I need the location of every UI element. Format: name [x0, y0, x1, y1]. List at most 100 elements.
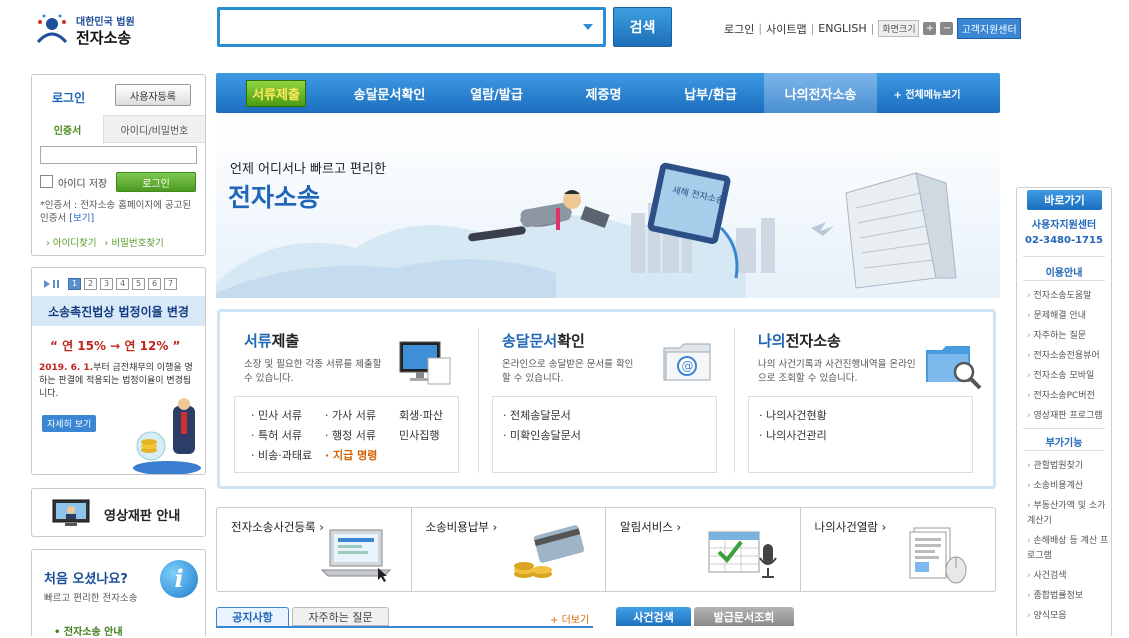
save-id-checkbox[interactable] — [40, 175, 53, 188]
nav-document-submit[interactable]: 서류제출 — [216, 73, 336, 113]
court-logo[interactable]: 대한민국 법원 전자소송 — [34, 10, 144, 50]
register-button[interactable]: 사용자등록 — [115, 84, 191, 106]
menu-fee-calculator[interactable]: 소송비용계산 — [1027, 479, 1109, 494]
admin-docs-link[interactable]: · 행정 서류 — [325, 427, 376, 443]
banner-page-3[interactable]: 3 — [100, 278, 113, 290]
info-icon: i — [160, 560, 198, 598]
section-extra-functions: 부가기능 — [1045, 438, 1083, 449]
divider — [1023, 280, 1105, 281]
non-contentious-link[interactable]: · 비송·과태료 — [251, 447, 312, 463]
sitemap-link[interactable]: 사이트맵 — [766, 21, 806, 37]
civil-docs-link[interactable]: · 민사 서류 — [251, 407, 302, 423]
quick-link-label: 전자소송사건등록 › — [231, 520, 324, 534]
menu-viewer[interactable]: 전자소송전용뷰어 — [1027, 349, 1109, 364]
quick-link-label: 나의사건열람 › — [814, 520, 887, 534]
all-delivered-docs-link[interactable]: · 전체송달문서 — [503, 407, 571, 423]
menu-troubleshoot[interactable]: 문제해결 안내 — [1027, 309, 1109, 324]
menu-faq[interactable]: 자주하는 질문 — [1027, 329, 1109, 344]
first-visit-box: 처음 오셨나요? 빠르고 편리한 전자소송 i • 전자소송 안내 — [31, 549, 206, 638]
banner-page-1[interactable]: 1 — [68, 278, 81, 290]
case-register-link[interactable]: 전자소송사건등록 › — [217, 508, 412, 591]
service-panel: 서류제출 소장 및 필요한 각종 서류를 제출할 수 있습니다. · 민사 서류… — [217, 309, 996, 489]
menu-help[interactable]: 전자소송도움말 — [1027, 289, 1109, 304]
find-password-link[interactable]: › 비밀번호찾기 — [105, 235, 164, 249]
payment-order-link[interactable]: · 지급 명령 — [325, 447, 377, 463]
patent-docs-link[interactable]: · 특허 서류 — [251, 427, 302, 443]
menu-case-search[interactable]: 사건검색 — [1027, 569, 1109, 584]
banner-heading: 소송촉진법상 법정이율 변경 — [32, 296, 205, 326]
play-icon[interactable] — [44, 280, 50, 288]
menu-pc-version[interactable]: 전자소송PC버전 — [1027, 389, 1109, 404]
main-nav: 서류제출 송달문서확인 열람/발급 제증명 납부/환급 나의전자소송 + 전체메… — [216, 73, 1000, 113]
support-center: 사용자지원센터 02-3480-1715 — [1017, 218, 1111, 248]
bankruptcy-link[interactable]: 회생·파산 — [399, 407, 443, 423]
dropdown-arrow-icon[interactable] — [583, 24, 593, 30]
family-docs-link[interactable]: · 가사 서류 — [325, 407, 376, 423]
laptop-icon — [320, 529, 391, 582]
divider — [1023, 428, 1105, 429]
litigation-fee-payment-link[interactable]: 소송비용납부 › — [412, 508, 606, 591]
menu-video-trial-program[interactable]: 영상재판 프로그램 — [1027, 409, 1109, 424]
banner-more-button[interactable]: 자세히 보기 — [42, 415, 97, 432]
divider — [1023, 256, 1105, 257]
menu-property-value-calculator[interactable]: 부동산가액 및 소가계산기 — [1027, 499, 1109, 529]
nav-delivery-check[interactable]: 송달문서확인 — [336, 73, 443, 113]
menu-court-finder[interactable]: 관할법원찾기 — [1027, 459, 1109, 474]
certificate-view-link[interactable]: [보기] — [69, 213, 94, 224]
video-trial-box[interactable]: 영상재판 안내 — [31, 488, 206, 537]
menu-forms[interactable]: 양식모음 — [1027, 609, 1109, 624]
pause-icon[interactable] — [53, 280, 59, 288]
tab-document-issue-check[interactable]: 발급문서조회 — [694, 607, 794, 626]
font-size-label: 화면크기 — [878, 20, 920, 37]
banner-rate: “ 연 15% → 연 12% ” — [50, 339, 181, 353]
more-link[interactable]: + 더보기 — [550, 611, 589, 626]
nav-certificates[interactable]: 제증명 — [550, 73, 657, 113]
service-links: · 나의사건현황 · 나의사건관리 — [748, 396, 973, 473]
tab-faq[interactable]: 자주하는 질문 — [292, 607, 389, 626]
my-case-view-link[interactable]: 나의사건열람 › — [801, 508, 996, 591]
service-title[interactable]: 송달문서확인 — [502, 330, 585, 351]
find-id-link[interactable]: › 아이디찾기 — [46, 235, 97, 249]
video-conference-icon — [52, 499, 90, 526]
nav-my-e-litigation[interactable]: 나의전자소송 — [764, 73, 877, 113]
nav-all-menu[interactable]: + 전체메뉴보기 — [877, 73, 977, 113]
service-title[interactable]: 서류제출 — [244, 330, 299, 351]
tab-notice[interactable]: 공지사항 — [216, 607, 289, 626]
help-center-button[interactable]: 고객지원센터 — [957, 18, 1021, 39]
nav-payment-refund[interactable]: 납부/환급 — [657, 73, 764, 113]
search-button[interactable]: 검색 — [613, 7, 672, 47]
banner-page-7[interactable]: 7 — [164, 278, 177, 290]
tab-case-search[interactable]: 사건검색 — [616, 607, 691, 626]
find-id-label: 아이디찾기 — [52, 238, 97, 249]
monitor-icon — [399, 341, 451, 385]
search-input[interactable] — [217, 7, 606, 47]
businessman-coins-illustration — [133, 398, 201, 474]
banner-page-4[interactable]: 4 — [116, 278, 129, 290]
tab-underline — [216, 626, 593, 628]
nav-view-issue[interactable]: 열람/발급 — [443, 73, 550, 113]
menu-damages-calculator[interactable]: 손해배상 등 계산 프로그램 — [1027, 534, 1109, 564]
email-folder-icon: @ — [663, 343, 711, 381]
service-links: · 전체송달문서 · 미확인송달문서 — [492, 396, 717, 473]
my-case-manage-link[interactable]: · 나의사건관리 — [759, 427, 827, 443]
banner-page-5[interactable]: 5 — [132, 278, 145, 290]
more-link-label: 더보기 — [561, 615, 590, 626]
tab-certificate[interactable]: 인증서 — [32, 115, 104, 144]
login-button[interactable]: 로그인 — [116, 172, 196, 192]
service-title-rest: 확인 — [557, 332, 585, 350]
civil-enforcement-link[interactable]: 민사집행 — [399, 427, 439, 443]
english-link[interactable]: ENGLISH — [818, 22, 866, 35]
login-link[interactable]: 로그인 — [724, 21, 754, 37]
banner-page-6[interactable]: 6 — [148, 278, 161, 290]
menu-legal-info[interactable]: 종합법률정보 — [1027, 589, 1109, 604]
service-title[interactable]: 나의전자소송 — [758, 330, 841, 351]
my-case-status-link[interactable]: · 나의사건현황 — [759, 407, 827, 423]
alert-service-link[interactable]: 알림서비스 › — [606, 508, 801, 591]
font-decrease-button[interactable]: − — [940, 22, 954, 35]
font-increase-button[interactable]: + — [923, 22, 937, 35]
menu-mobile[interactable]: 전자소송 모바일 — [1027, 369, 1109, 384]
id-input[interactable] — [40, 146, 197, 164]
tab-id-password[interactable]: 아이디/비밀번호 — [104, 115, 205, 143]
banner-page-2[interactable]: 2 — [84, 278, 97, 290]
unread-delivered-docs-link[interactable]: · 미확인송달문서 — [503, 427, 581, 443]
